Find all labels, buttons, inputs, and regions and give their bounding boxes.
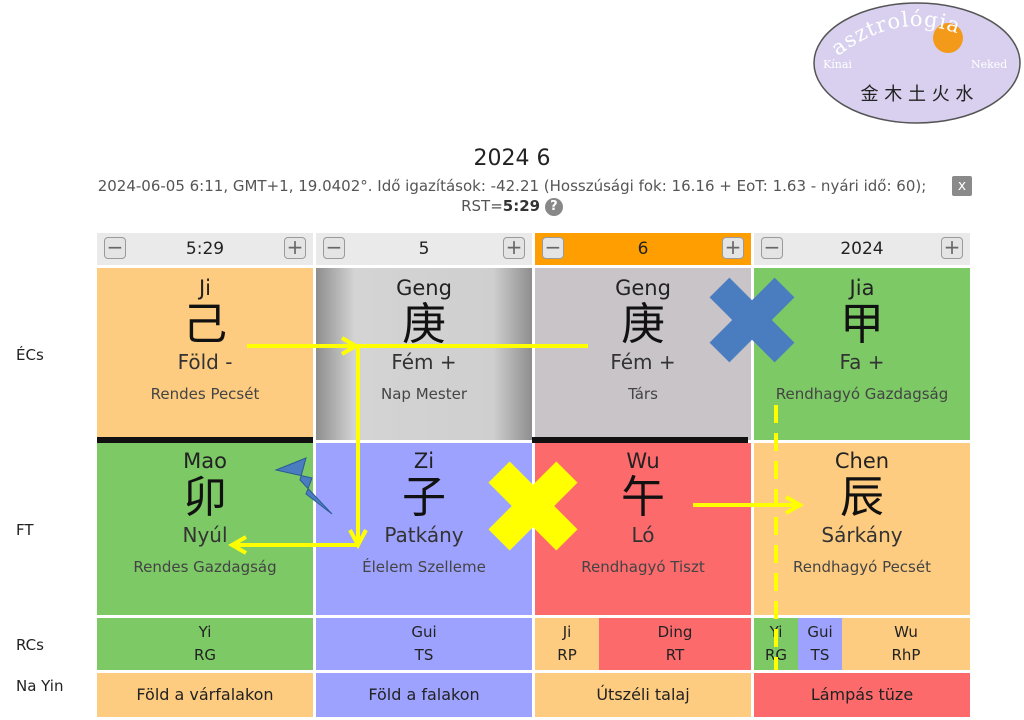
stem-clash-x-icon: [709, 277, 795, 363]
lightning-icon: [274, 457, 333, 515]
relations-overlay: [227, 277, 805, 670]
branch-clash-x-icon: [488, 461, 578, 551]
